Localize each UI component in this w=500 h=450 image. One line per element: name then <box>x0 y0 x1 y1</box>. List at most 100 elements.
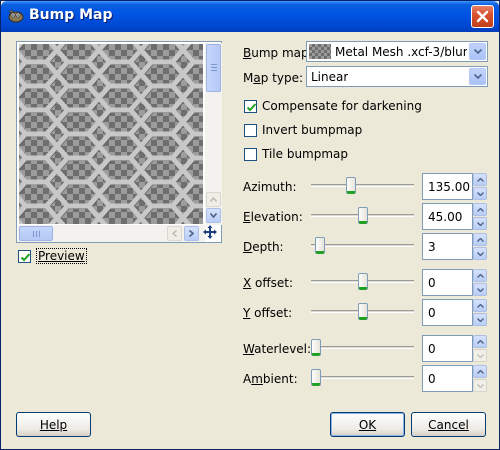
depth-increment-button[interactable] <box>473 233 487 246</box>
elevation-spin-buttons <box>473 203 487 230</box>
y-offset-spinbox[interactable]: 0 <box>422 299 473 326</box>
azimuth-decrement-button[interactable] <box>473 187 487 200</box>
waterlevel-label: Waterlevel: <box>243 342 312 356</box>
x-offset-label: X offset: <box>243 276 294 290</box>
preview-toggle[interactable]: Preview <box>18 248 87 264</box>
ambient-decrement-button[interactable] <box>473 379 487 392</box>
ambient-slider-track[interactable] <box>311 376 414 379</box>
waterlevel-slider-track[interactable] <box>311 346 414 349</box>
chevron-up-icon <box>476 369 484 374</box>
y-offset-decrement-button[interactable] <box>473 313 487 326</box>
chevron-down-icon <box>476 251 484 256</box>
checkmark-icon <box>20 252 31 261</box>
vertical-scroll-thumb[interactable] <box>206 44 221 92</box>
chevron-left-icon <box>172 230 177 237</box>
ok-button-label: OK <box>358 417 377 432</box>
chevron-up-icon <box>476 237 484 242</box>
chevron-down-icon <box>476 287 484 292</box>
chevron-right-icon <box>189 230 194 237</box>
y-offset-slider-thumb[interactable] <box>357 303 368 320</box>
chevron-down-icon <box>210 213 217 218</box>
compensate-checkbox[interactable] <box>244 99 257 113</box>
azimuth-spin-buttons <box>473 173 487 200</box>
azimuth-slider-thumb[interactable] <box>345 177 356 194</box>
close-button[interactable] <box>471 5 494 28</box>
depth-slider-thumb[interactable] <box>314 237 325 254</box>
chevron-down-icon <box>476 191 484 196</box>
elevation-spinbox[interactable]: 45.00 <box>422 203 473 230</box>
ambient-increment-button[interactable] <box>473 365 487 378</box>
horizontal-scroll-thumb[interactable] <box>19 226 53 241</box>
ambient-spinbox[interactable]: 0 <box>422 365 473 392</box>
invert-label: Invert bumpmap <box>262 123 363 137</box>
chevron-up-icon <box>476 273 484 278</box>
x-offset-decrement-button[interactable] <box>473 283 487 296</box>
invert-toggle[interactable]: Invert bumpmap <box>244 123 362 137</box>
chevron-down-icon <box>473 74 482 79</box>
waterlevel-spinbox[interactable]: 0 <box>422 335 473 362</box>
y-offset-spin-buttons <box>473 299 487 326</box>
chevron-down-icon <box>473 49 482 54</box>
y-offset-label: Y offset: <box>243 306 293 320</box>
scroll-down-button[interactable] <box>206 208 221 223</box>
title-bar[interactable]: Bump Map <box>1 1 499 32</box>
checkmark-icon <box>246 102 257 111</box>
waterlevel-increment-button[interactable] <box>473 335 487 348</box>
waterlevel-value: 0 <box>428 342 436 356</box>
preview-vertical-scrollbar[interactable] <box>205 43 222 225</box>
waterlevel-decrement-button[interactable] <box>473 349 487 362</box>
chevron-down-icon <box>476 317 484 322</box>
azimuth-slider-track[interactable] <box>311 184 414 187</box>
depth-spin-buttons <box>473 233 487 260</box>
bump-map-select[interactable]: Metal Mesh .xcf-3/blur-16 <box>306 41 488 62</box>
map-type-value: Linear <box>311 70 349 84</box>
x-offset-increment-button[interactable] <box>473 269 487 282</box>
chevron-down-icon <box>476 221 484 226</box>
scroll-right-button[interactable] <box>184 226 199 241</box>
x-offset-spin-buttons <box>473 269 487 296</box>
scroll-up-button[interactable] <box>206 192 221 207</box>
x-offset-spinbox[interactable]: 0 <box>422 269 473 296</box>
bump-map-label: Bump map: <box>243 46 313 60</box>
gimp-icon <box>8 9 24 23</box>
tile-toggle[interactable]: Tile bumpmap <box>244 147 348 161</box>
chevron-up-icon <box>210 197 217 202</box>
ambient-slider-thumb[interactable] <box>311 369 321 386</box>
preview-label: Preview <box>38 249 85 263</box>
preview-checkbox[interactable] <box>18 249 31 263</box>
elevation-increment-button[interactable] <box>473 203 487 216</box>
elevation-slider-thumb[interactable] <box>357 207 368 224</box>
depth-slider-track[interactable] <box>311 244 414 247</box>
compensate-toggle[interactable]: Compensate for darkening <box>244 99 422 113</box>
depth-label: Depth: <box>243 240 284 254</box>
azimuth-increment-button[interactable] <box>473 173 487 186</box>
x-offset-slider-thumb[interactable] <box>357 273 368 290</box>
ambient-spin-buttons <box>473 365 487 392</box>
bump-map-dropdown-button[interactable] <box>469 43 486 60</box>
preview-horizontal-scrollbar[interactable] <box>18 225 205 242</box>
tile-checkbox[interactable] <box>244 147 257 161</box>
elevation-decrement-button[interactable] <box>473 217 487 230</box>
waterlevel-slider-thumb[interactable] <box>311 339 321 356</box>
bump-map-thumbnail <box>309 44 331 59</box>
azimuth-spinbox[interactable]: 135.00 <box>422 173 473 200</box>
map-type-select[interactable]: Linear <box>306 66 488 87</box>
azimuth-label: Azimuth: <box>243 180 297 194</box>
scroll-left-button[interactable] <box>167 226 182 241</box>
map-type-dropdown-button[interactable] <box>469 68 486 85</box>
cancel-button[interactable]: Cancel <box>411 412 486 437</box>
y-offset-value: 0 <box>428 306 436 320</box>
preview-image <box>19 44 203 224</box>
depth-spinbox[interactable]: 3 <box>422 233 473 260</box>
ambient-value: 0 <box>428 372 436 386</box>
navigate-move-icon[interactable] <box>202 224 218 240</box>
chevron-down-icon <box>476 353 484 358</box>
y-offset-increment-button[interactable] <box>473 299 487 312</box>
depth-decrement-button[interactable] <box>473 247 487 260</box>
ambient-label: Ambient: <box>243 372 298 386</box>
chevron-up-icon <box>476 303 484 308</box>
invert-checkbox[interactable] <box>244 123 257 137</box>
help-button[interactable]: Help <box>16 412 91 437</box>
cancel-button-label: Cancel <box>428 417 469 432</box>
ok-button[interactable]: OK <box>330 412 405 437</box>
